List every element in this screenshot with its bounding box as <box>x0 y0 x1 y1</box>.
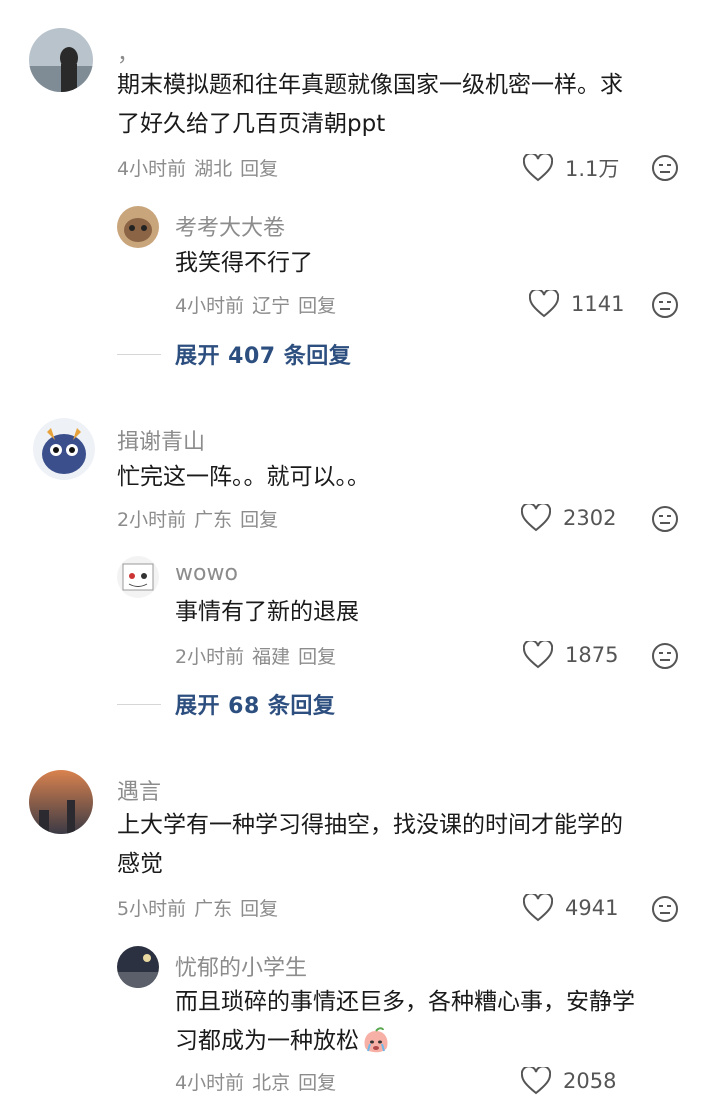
reply-button[interactable]: 回复 <box>240 158 278 180</box>
like-button[interactable]: 1875 <box>523 641 618 669</box>
divider <box>117 703 161 705</box>
crying-peach-emoji <box>364 1026 388 1052</box>
avatar[interactable] <box>29 28 93 92</box>
reply-button[interactable]: 回复 <box>240 898 278 920</box>
heart-outline-icon <box>523 154 553 182</box>
heart-outline-icon <box>523 894 553 922</box>
expand-replies-link[interactable]: 展开 68 条回复 <box>117 688 335 720</box>
reply-username[interactable]: 忧郁的小学生 <box>175 950 307 982</box>
reply-meta: 4小时前 辽宁 回复 <box>175 291 344 318</box>
comment-text: 期末模拟题和往年真题就像国家一级机密一样。求 了好久给了几百页清朝ppt <box>117 72 623 137</box>
reply-text: 而且琐碎的事情还巨多，各种糟心事，安静学 习都成为一种放松 <box>175 983 695 1061</box>
like-button[interactable]: 1.1万 <box>523 153 619 183</box>
like-count: 2302 <box>563 506 617 530</box>
reply-username[interactable]: 考考大大卷 <box>175 210 285 242</box>
comment-username[interactable]: 遇言 <box>117 774 161 806</box>
reply-meta: 2小时前 福建 回复 <box>175 642 344 669</box>
expand-replies-link[interactable]: 展开 407 条回复 <box>117 338 351 370</box>
comment-meta: 5小时前 广东 回复 <box>117 894 286 921</box>
comment-location: 广东 <box>194 509 233 531</box>
neutral-face-icon[interactable] <box>651 895 679 923</box>
comment-time: 4小时前 <box>117 158 187 180</box>
avatar[interactable] <box>117 946 159 988</box>
neutral-face-icon[interactable] <box>651 505 679 533</box>
heart-outline-icon <box>521 504 551 532</box>
comment-location: 湖北 <box>194 158 233 180</box>
comment-text: 忙完这一阵。。就可以。。 <box>117 464 370 490</box>
neutral-face-icon[interactable] <box>651 154 679 182</box>
reply-location: 北京 <box>252 1072 291 1094</box>
reply-button[interactable]: 回复 <box>240 509 278 531</box>
reply-button[interactable]: 回复 <box>298 295 336 317</box>
like-count: 1875 <box>565 643 619 667</box>
comment-meta: 2小时前 广东 回复 <box>117 505 286 532</box>
avatar[interactable] <box>117 556 159 598</box>
heart-outline-icon <box>521 1067 551 1095</box>
like-count: 1.1万 <box>565 157 620 181</box>
avatar[interactable] <box>117 206 159 248</box>
comment-text: 上大学有一种学习得抽空，找没课的时间才能学的 感觉 <box>117 812 623 877</box>
reply-text: 事情有了新的退展 <box>175 599 359 625</box>
reply-location: 辽宁 <box>252 295 291 317</box>
reply-button[interactable]: 回复 <box>298 646 336 668</box>
like-count: 4941 <box>565 896 619 920</box>
comment-username[interactable]: 揖谢青山 <box>117 424 205 456</box>
reply-meta: 4小时前 北京 回复 <box>175 1068 344 1095</box>
comment-meta: 4小时前 湖北 回复 <box>117 154 286 181</box>
like-count: 2058 <box>563 1069 617 1093</box>
like-button[interactable]: 2058 <box>521 1067 616 1095</box>
avatar[interactable] <box>29 770 93 834</box>
neutral-face-icon[interactable] <box>651 642 679 670</box>
reply-text: 我笑得不行了 <box>175 250 313 276</box>
comment-time: 5小时前 <box>117 898 187 920</box>
reply-time: 4小时前 <box>175 1072 245 1094</box>
reply-time: 4小时前 <box>175 295 245 317</box>
reply-time: 2小时前 <box>175 646 245 668</box>
divider <box>117 353 161 355</box>
reply-username[interactable]: wowo <box>175 561 238 586</box>
reply-location: 福建 <box>252 646 291 668</box>
neutral-face-icon[interactable] <box>651 291 679 319</box>
like-button[interactable]: 4941 <box>523 894 618 922</box>
avatar[interactable] <box>33 418 95 480</box>
comment-username[interactable]: ， <box>117 36 139 68</box>
heart-outline-icon <box>523 641 553 669</box>
comment-time: 2小时前 <box>117 509 187 531</box>
like-button[interactable]: 2302 <box>521 504 616 532</box>
comment-location: 广东 <box>194 898 233 920</box>
heart-outline-icon <box>529 290 559 318</box>
like-button[interactable]: 1141 <box>529 290 624 318</box>
reply-button[interactable]: 回复 <box>298 1072 336 1094</box>
like-count: 1141 <box>571 292 625 316</box>
